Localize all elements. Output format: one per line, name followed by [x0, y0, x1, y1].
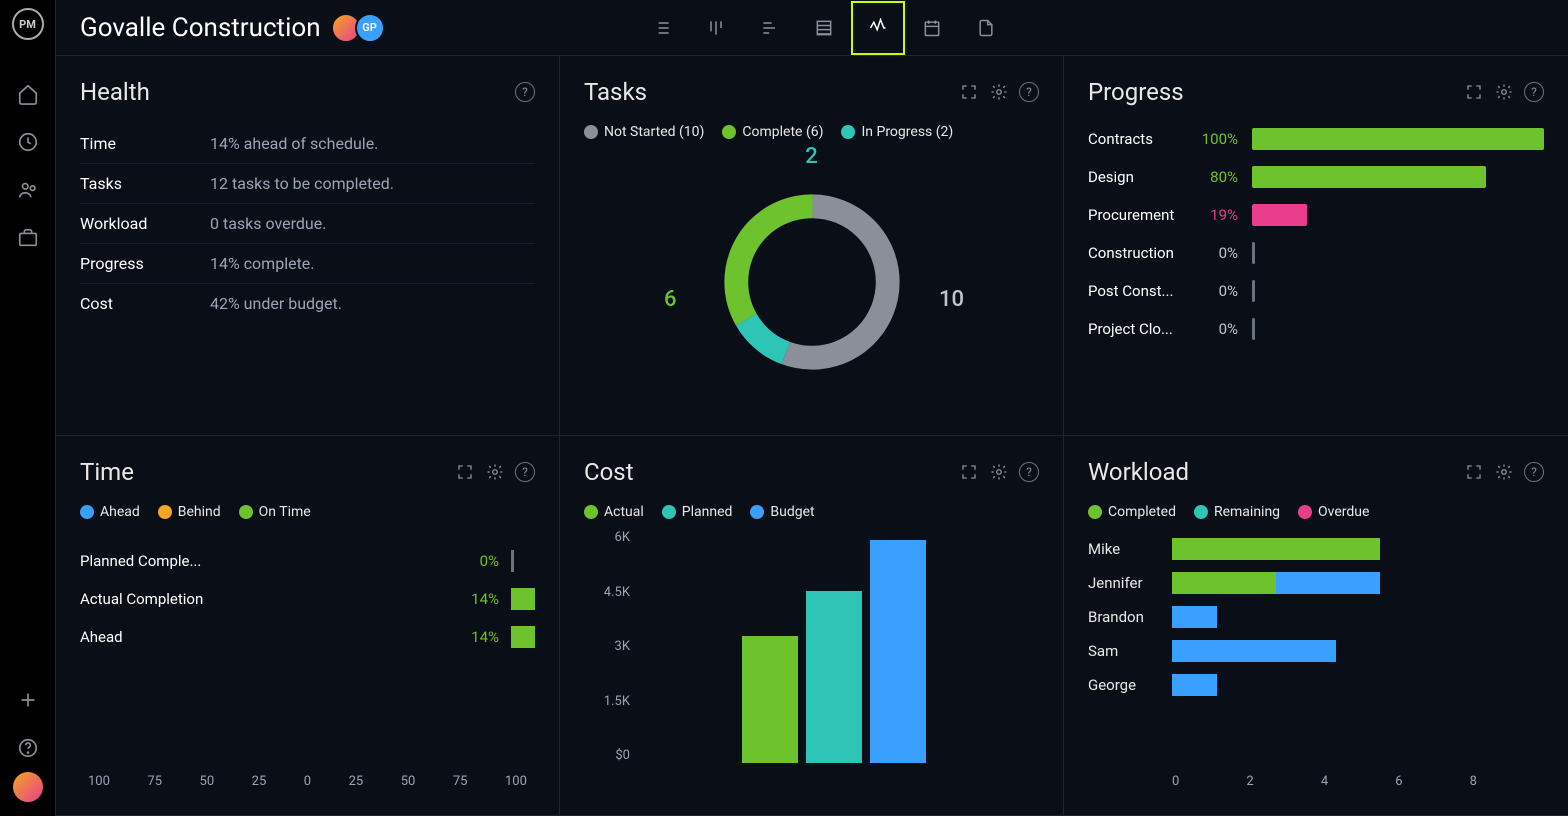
- view-calendar[interactable]: [905, 1, 959, 55]
- gear-icon[interactable]: [485, 462, 505, 482]
- expand-icon[interactable]: [959, 462, 979, 482]
- cost-bar-chart: 6K4.5K3K1.5K$0: [584, 530, 1039, 793]
- nav-portfolio[interactable]: [8, 214, 48, 262]
- tasks-panel: Tasks ? Not Started (10) Complete (6) In…: [560, 56, 1064, 436]
- gear-icon[interactable]: [1494, 462, 1514, 482]
- gear-icon[interactable]: [1494, 82, 1514, 102]
- panel-title: Cost: [584, 458, 634, 486]
- left-nav-rail: PM: [0, 0, 56, 816]
- legend-item: Remaining: [1194, 504, 1280, 520]
- panel-title: Workload: [1088, 458, 1189, 486]
- legend-item: Ahead: [80, 504, 140, 520]
- expand-icon[interactable]: [959, 82, 979, 102]
- cost-bar-budget: [870, 540, 926, 763]
- nav-home[interactable]: [8, 70, 48, 118]
- donut-value: 10: [939, 287, 964, 312]
- time-axis: 1007550250255075100: [80, 774, 535, 793]
- legend-item: In Progress (2): [841, 124, 953, 140]
- user-avatar[interactable]: [13, 772, 43, 802]
- app-logo[interactable]: PM: [12, 8, 44, 40]
- view-board[interactable]: [689, 1, 743, 55]
- view-gantt[interactable]: [743, 1, 797, 55]
- legend-item: Actual: [584, 504, 644, 520]
- gear-icon[interactable]: [989, 462, 1009, 482]
- legend-item: Budget: [750, 504, 814, 520]
- help-icon[interactable]: ?: [515, 82, 535, 102]
- nav-team[interactable]: [8, 166, 48, 214]
- view-sheet[interactable]: [797, 1, 851, 55]
- progress-bars: Contracts100% Design80% Procurement19% C…: [1088, 128, 1544, 340]
- help-icon[interactable]: ?: [1524, 462, 1544, 482]
- panel-title: Progress: [1088, 78, 1184, 106]
- member-avatar[interactable]: GP: [355, 13, 385, 43]
- cost-panel: Cost ? Actual Planned Budget 6K4.5K3K1.5…: [560, 436, 1064, 816]
- panel-title: Health: [80, 78, 150, 106]
- view-list[interactable]: [635, 1, 689, 55]
- donut-value: 2: [805, 144, 818, 169]
- workload-panel: Workload ? Completed Remaining Overdue M…: [1064, 436, 1568, 816]
- help-icon[interactable]: ?: [1524, 82, 1544, 102]
- donut-value: 6: [664, 287, 677, 312]
- legend-item: Completed: [1088, 504, 1176, 520]
- legend-item: Complete (6): [722, 124, 823, 140]
- expand-icon[interactable]: [1464, 462, 1484, 482]
- health-row: Progress14% complete.: [80, 244, 535, 284]
- view-dashboard[interactable]: [851, 1, 905, 55]
- view-switcher: [635, 1, 1293, 55]
- legend-item: Not Started (10): [584, 124, 704, 140]
- help-icon[interactable]: ?: [1019, 82, 1039, 102]
- topbar: Govalle Construction GP: [56, 0, 1568, 56]
- health-panel: Health ? Time14% ahead of schedule. Task…: [56, 56, 560, 436]
- legend-item: On Time: [239, 504, 311, 520]
- cost-bar-planned: [806, 591, 862, 763]
- gear-icon[interactable]: [989, 82, 1009, 102]
- nav-help[interactable]: [8, 724, 48, 772]
- health-row: Tasks12 tasks to be completed.: [80, 164, 535, 204]
- health-row: Cost42% under budget.: [80, 284, 535, 323]
- tasks-donut-chart: 2 6 10: [584, 150, 1039, 413]
- health-row: Time14% ahead of schedule.: [80, 124, 535, 164]
- panel-title: Tasks: [584, 78, 647, 106]
- health-row: Workload0 tasks overdue.: [80, 204, 535, 244]
- legend-item: Behind: [158, 504, 221, 520]
- progress-panel: Progress ? Contracts100% Design80% Procu…: [1064, 56, 1568, 436]
- view-files[interactable]: [959, 1, 1013, 55]
- time-panel: Time ? Ahead Behind On Time Planned Comp…: [56, 436, 560, 816]
- project-title: Govalle Construction: [80, 13, 321, 43]
- nav-add[interactable]: [8, 676, 48, 724]
- expand-icon[interactable]: [455, 462, 475, 482]
- project-members[interactable]: GP: [337, 13, 385, 43]
- nav-recent[interactable]: [8, 118, 48, 166]
- legend-item: Overdue: [1298, 504, 1369, 520]
- help-icon[interactable]: ?: [1019, 462, 1039, 482]
- expand-icon[interactable]: [1464, 82, 1484, 102]
- legend-item: Planned: [662, 504, 733, 520]
- workload-axis: 02468: [1088, 774, 1544, 793]
- help-icon[interactable]: ?: [515, 462, 535, 482]
- cost-bar-actual: [742, 636, 798, 763]
- panel-title: Time: [80, 458, 134, 486]
